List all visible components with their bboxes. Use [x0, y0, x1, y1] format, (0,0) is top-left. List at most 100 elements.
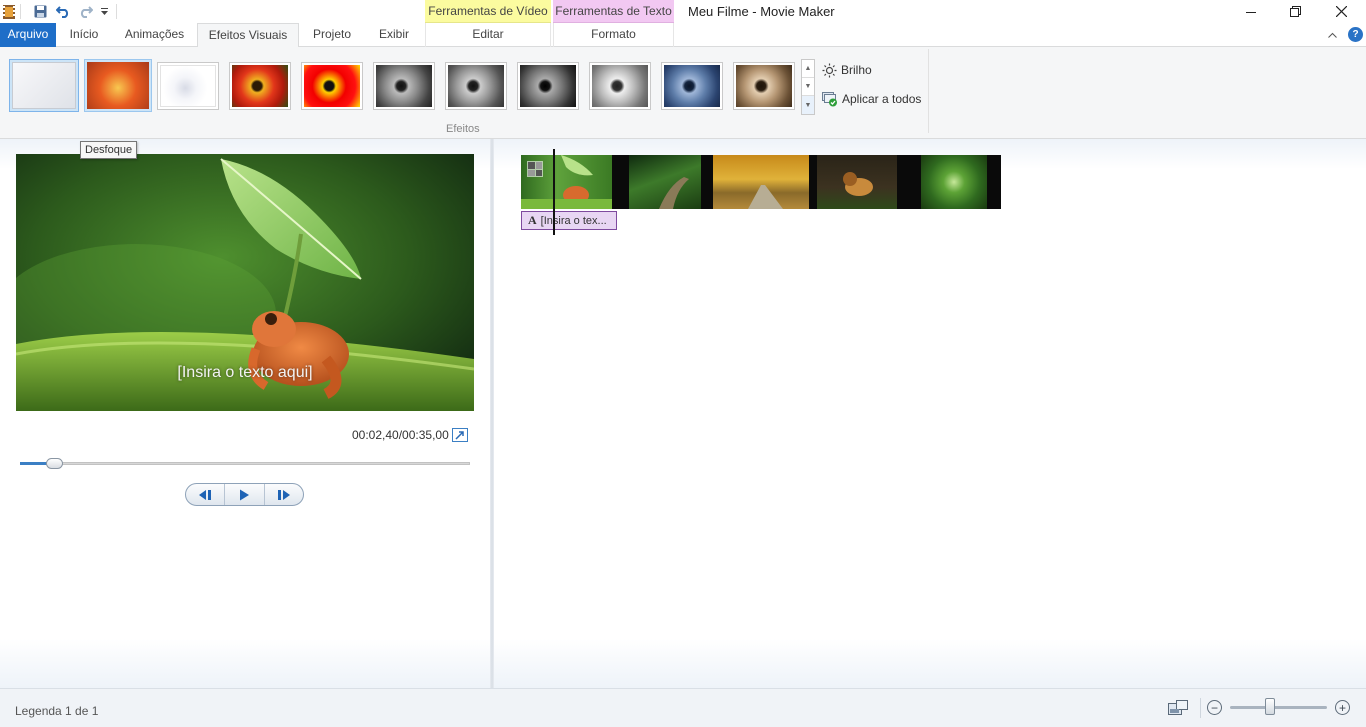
video-clip-strip[interactable]	[521, 155, 1001, 209]
zoom-slider-thumb[interactable]	[1265, 698, 1275, 715]
ribbon-group-separator	[928, 49, 929, 133]
previous-frame-icon	[199, 489, 212, 500]
restore-button[interactable]	[1272, 0, 1318, 23]
redo-icon[interactable]	[76, 3, 94, 20]
effect-thumbnail	[592, 65, 648, 107]
restore-icon	[1289, 6, 1301, 17]
title-separator	[20, 4, 21, 19]
gallery-scroller: ▲ ▼ ▼	[801, 59, 815, 115]
effect-nenhum[interactable]	[9, 59, 79, 112]
zoom-out-icon[interactable]: −	[1207, 700, 1222, 715]
effect-esboco[interactable]	[157, 62, 219, 110]
forest-path-thumbnail	[659, 177, 689, 209]
clip-thumbnail	[629, 155, 701, 209]
play-button[interactable]	[225, 484, 265, 505]
play-icon	[240, 489, 250, 500]
transition-icon[interactable]	[527, 161, 543, 177]
status-text: Legenda 1 de 1	[15, 704, 99, 718]
tab-projeto[interactable]: Projeto	[304, 23, 360, 47]
ribbon-panel: ▲ ▼ ▼ Brilho Aplicar a todos Efeitos	[0, 47, 1366, 139]
timecode: 00:02,40/00:35,00	[352, 428, 449, 442]
effect-thumbnail	[376, 65, 432, 107]
zoom-in-icon[interactable]: +	[1335, 700, 1350, 715]
undo-icon[interactable]	[54, 3, 72, 20]
effect-thumbnail	[87, 62, 149, 109]
playback-controls	[185, 483, 304, 506]
caption-clip[interactable]: A [Insira o tex...	[521, 211, 617, 230]
title-bar: Ferramentas de Vídeo Ferramentas de Text…	[0, 0, 1366, 23]
effect-bw-4[interactable]	[589, 62, 651, 110]
clip-thumbnail	[713, 155, 809, 209]
clip-thumbnail	[921, 155, 987, 209]
effect-thumbnail	[304, 65, 360, 107]
fullscreen-icon	[455, 431, 464, 440]
brightness-label: Brilho	[841, 63, 872, 77]
collapse-ribbon-icon[interactable]	[1326, 29, 1338, 41]
seek-thumb[interactable]	[46, 458, 63, 469]
apply-all-label: Aplicar a todos	[842, 92, 922, 106]
tab-formato[interactable]: Formato	[553, 23, 674, 47]
thumbnail-size-icon[interactable]	[1168, 700, 1188, 716]
effect-cyanotype[interactable]	[661, 62, 723, 110]
ribbon-tabs: Arquivo Início Animações Efeitos Visuais…	[0, 23, 1366, 48]
tab-exibir[interactable]: Exibir	[370, 23, 418, 47]
help-icon[interactable]: ?	[1348, 27, 1363, 42]
effect-tooltip: Desfoque	[80, 141, 138, 159]
previous-frame-button[interactable]	[186, 484, 226, 505]
close-icon	[1335, 6, 1347, 17]
effect-bw-2[interactable]	[445, 62, 507, 110]
effect-thumbnail	[232, 65, 288, 107]
caption-overlay-text[interactable]: [Insira o texto aqui]	[16, 364, 474, 382]
effect-desfoque[interactable]	[84, 59, 152, 112]
effect-thumbnail	[160, 65, 216, 107]
fullscreen-button[interactable]	[452, 428, 468, 442]
tab-efeitos-visuais[interactable]: Efeitos Visuais	[197, 23, 299, 48]
video-tools-context: Ferramentas de Vídeo	[425, 0, 551, 23]
effect-thumbnail	[12, 62, 76, 109]
brightness-button[interactable]: Brilho	[822, 60, 872, 80]
title-separator	[116, 4, 117, 19]
lions-thumbnail	[843, 172, 873, 196]
customize-icon[interactable]	[95, 3, 113, 20]
effect-bw-1[interactable]	[373, 62, 435, 110]
text-tools-label: Ferramentas de Texto	[555, 4, 672, 18]
group-label-efeitos: Efeitos	[446, 123, 480, 135]
playhead[interactable]	[553, 149, 555, 235]
save-icon[interactable]	[31, 3, 49, 20]
effect-color-1[interactable]	[229, 62, 291, 110]
tab-editar[interactable]: Editar	[425, 23, 551, 47]
autumn-road-thumbnail	[748, 185, 783, 209]
tab-inicio[interactable]: Início	[62, 23, 106, 47]
apply-all-button[interactable]: Aplicar a todos	[822, 89, 921, 109]
window-title: Meu Filme - Movie Maker	[688, 4, 835, 19]
video-preview[interactable]: [Insira o texto aqui]	[16, 154, 474, 411]
tab-arquivo[interactable]: Arquivo	[0, 23, 56, 47]
text-caption-icon: A	[528, 213, 537, 227]
effect-bw-3[interactable]	[517, 62, 579, 110]
effect-thumbnail	[736, 65, 792, 107]
effect-thumbnail	[520, 65, 576, 107]
zoom-slider-track[interactable]	[1230, 706, 1327, 709]
seek-bar[interactable]	[20, 462, 470, 465]
gallery-expand-icon[interactable]: ▼	[802, 96, 814, 114]
apply-all-icon	[822, 92, 837, 107]
sun-icon	[822, 63, 837, 77]
minimize-icon	[1246, 11, 1256, 13]
app-icon[interactable]	[0, 3, 18, 20]
status-separator	[1200, 698, 1201, 718]
storyboard-pane[interactable]	[494, 139, 1366, 688]
gallery-down-icon[interactable]: ▼	[802, 78, 814, 96]
next-frame-button[interactable]	[265, 484, 303, 505]
text-tools-context: Ferramentas de Texto	[553, 0, 674, 23]
caption-clip-label: [Insira o tex...	[540, 214, 607, 227]
status-bar: Legenda 1 de 1 − +	[0, 688, 1366, 727]
tab-animacoes[interactable]: Animações	[117, 23, 192, 47]
gallery-up-icon[interactable]: ▲	[802, 60, 814, 78]
close-button[interactable]	[1318, 0, 1364, 23]
clip-thumbnail	[817, 155, 897, 209]
effect-sepia[interactable]	[733, 62, 795, 110]
effect-posterize[interactable]	[301, 62, 363, 110]
minimize-button[interactable]	[1228, 0, 1274, 23]
effect-thumbnail	[448, 65, 504, 107]
next-frame-icon	[277, 489, 290, 500]
